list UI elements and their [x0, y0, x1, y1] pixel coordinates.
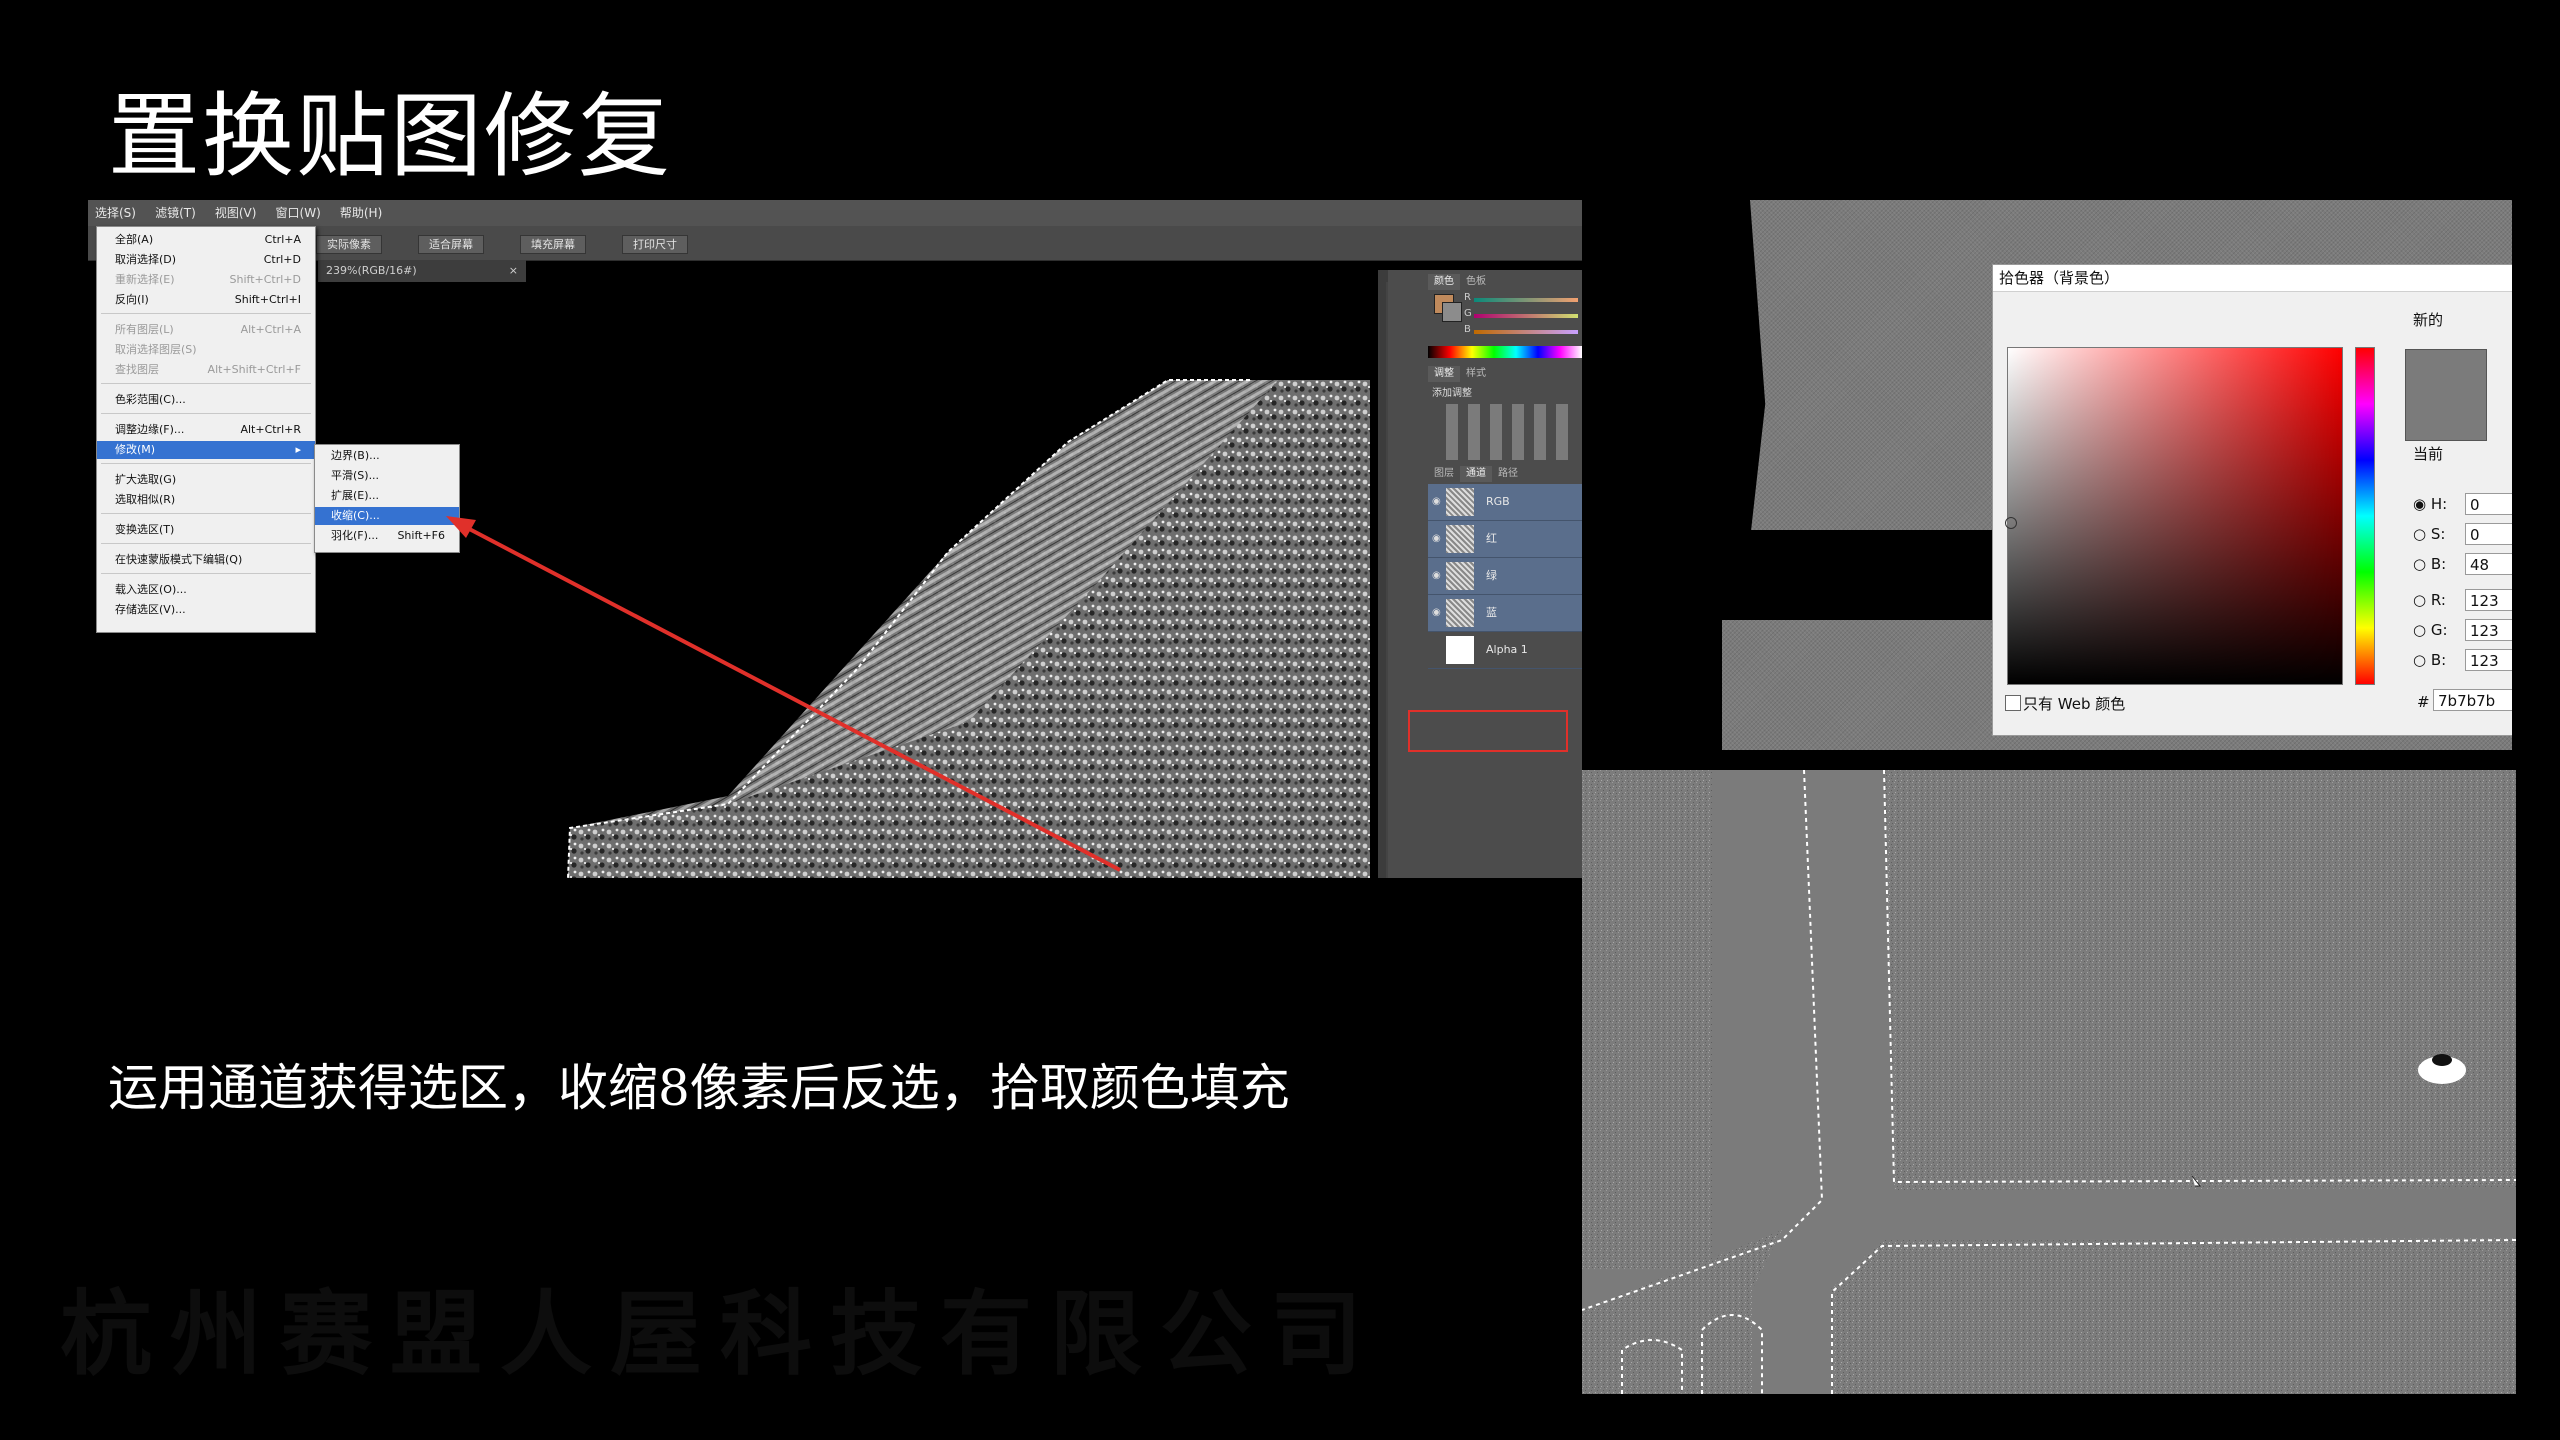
- color-picker-dialog: 拾色器（背景色） 新的 当前 ◉ H: 0 ○ S: 0 ○ B: 48 ○ R…: [1992, 264, 2512, 736]
- filled-texture-view: [1582, 770, 2516, 1394]
- hex-input[interactable]: 7b7b7b: [2433, 689, 2512, 711]
- field-s-label[interactable]: ○ S:: [2413, 523, 2445, 545]
- web-colors-label: 只有 Web 颜色: [2023, 695, 2126, 713]
- field-r-input[interactable]: 123: [2465, 589, 2512, 611]
- watermark-text: 杭州赛盟人屋科技有限公司: [60, 1281, 1381, 1388]
- hue-slider[interactable]: [2355, 347, 2375, 685]
- saturation-brightness-field[interactable]: [2007, 347, 2343, 685]
- hex-label: #: [2417, 693, 2430, 711]
- new-color-label: 新的: [2413, 311, 2444, 329]
- field-h-input[interactable]: 0: [2465, 493, 2512, 515]
- current-color-label: 当前: [2413, 445, 2444, 463]
- slide-caption: 运用通道获得选区，收缩8像素后反选，拾取颜色填充: [108, 1059, 1290, 1117]
- field-brightness-input[interactable]: 48: [2465, 553, 2512, 575]
- filled-result-screenshot: [1582, 770, 2516, 1394]
- color-selector-ring-icon[interactable]: [2005, 517, 2017, 529]
- field-brightness-label[interactable]: ○ B:: [2413, 553, 2446, 575]
- field-h-label[interactable]: ◉ H:: [2413, 493, 2447, 515]
- annotation-arrow: [455, 520, 1121, 872]
- field-s-input[interactable]: 0: [2465, 523, 2512, 545]
- field-blue-label[interactable]: ○ B:: [2413, 649, 2446, 671]
- annotation-arrow-head: [446, 516, 476, 538]
- field-g-input[interactable]: 123: [2465, 619, 2512, 641]
- new-color-swatch: [2405, 349, 2487, 441]
- color-picker-screenshot: 拾色器（背景色） 新的 当前 ◉ H: 0 ○ S: 0 ○ B: 48 ○ R…: [1662, 200, 2512, 750]
- field-r-label[interactable]: ○ R:: [2413, 589, 2446, 611]
- field-blue-input[interactable]: 123: [2465, 649, 2512, 671]
- color-picker-title: 拾色器（背景色）: [1993, 265, 2512, 292]
- web-colors-checkbox[interactable]: [2005, 695, 2021, 711]
- field-g-label[interactable]: ○ G:: [2413, 619, 2448, 641]
